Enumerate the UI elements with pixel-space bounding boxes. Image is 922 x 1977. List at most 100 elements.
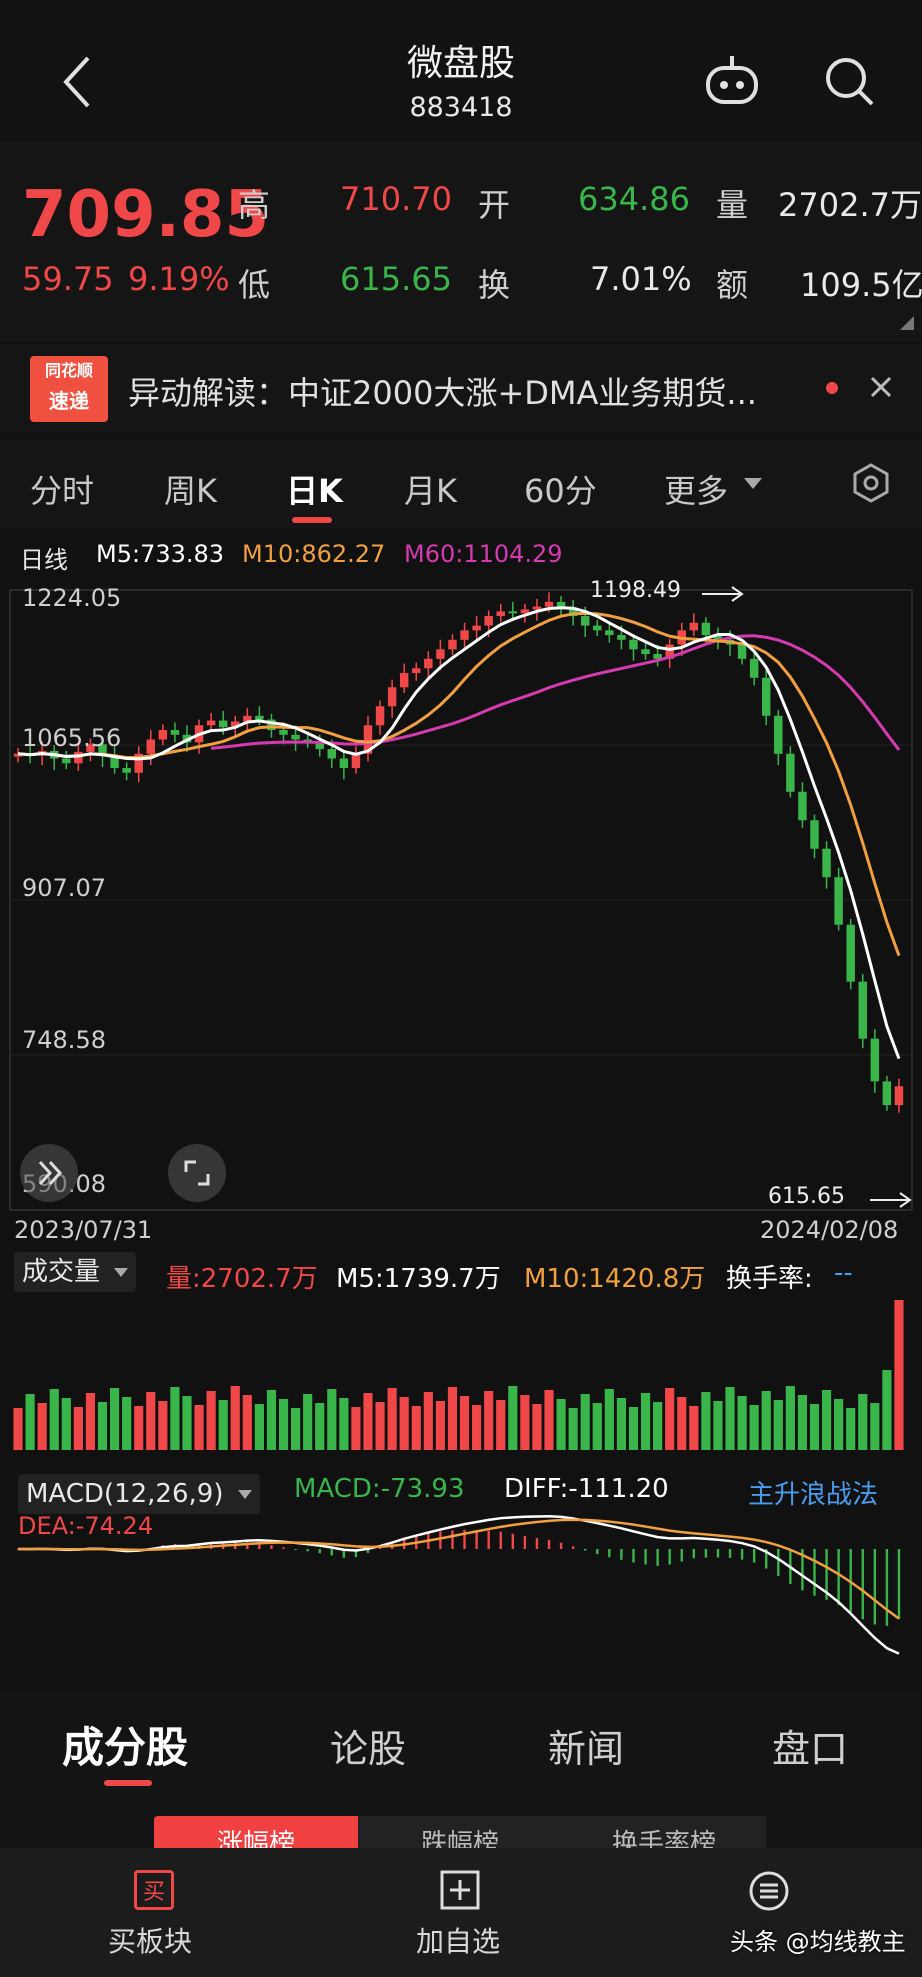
candles (13, 592, 904, 1113)
candle (786, 753, 795, 792)
candle (749, 658, 759, 678)
candle (206, 720, 216, 726)
macd-bar (813, 1549, 816, 1596)
expand-corner-icon[interactable] (900, 316, 914, 330)
volume-bar (363, 1393, 373, 1450)
search-icon[interactable] (820, 52, 880, 112)
candle (460, 630, 469, 640)
candle (617, 635, 626, 640)
macd-bar (656, 1549, 659, 1566)
volume-bar (749, 1405, 759, 1450)
volume-bar (834, 1399, 844, 1450)
macd-bar (704, 1549, 708, 1558)
volume-bar (158, 1401, 168, 1450)
candle (737, 644, 747, 659)
macd-bar (608, 1549, 611, 1558)
candle (62, 758, 71, 764)
volume-bar (134, 1406, 144, 1450)
high-value: 710.70 (340, 180, 452, 218)
candle (146, 739, 156, 754)
volume-bar (821, 1390, 832, 1450)
volume-bar (182, 1396, 192, 1450)
candle (508, 611, 518, 614)
turnover-label: 换 (478, 266, 511, 304)
tab-monthly[interactable]: 月K (404, 466, 457, 512)
candle (496, 611, 505, 617)
candle (858, 981, 867, 1039)
date-start: 2023/07/31 (14, 1216, 153, 1244)
volume-value: 2702.7万 (778, 186, 922, 224)
tab-weekly[interactable]: 周K (164, 466, 217, 512)
macd-bar (547, 1539, 551, 1549)
candle (774, 715, 783, 754)
macd-bar (282, 1547, 285, 1549)
tab-intraday[interactable]: 分时 (30, 466, 94, 512)
candle (544, 601, 554, 607)
volume-bar (761, 1391, 771, 1450)
nav-add-watchlist[interactable]: 加自选 (416, 1920, 500, 1960)
volume-bar (170, 1387, 180, 1450)
volume-bar (218, 1400, 228, 1450)
candle (436, 649, 445, 659)
buy-icon[interactable]: 买 (134, 1870, 174, 1910)
tab-discussion[interactable]: 论股 (330, 1718, 406, 1773)
candle (532, 606, 542, 610)
volume-label: 量 (716, 186, 749, 224)
tab-constituents[interactable]: 成分股 (62, 1714, 188, 1775)
candle (605, 630, 614, 636)
macd-bar (306, 1549, 309, 1552)
page-title: 微盘股 (406, 43, 515, 84)
indicator-select[interactable]: 成交量 (14, 1252, 137, 1292)
robot-icon[interactable] (702, 50, 762, 110)
news-logo-top: 同花顺 (44, 361, 93, 380)
candle (387, 687, 397, 707)
last-price: 709.85 (22, 178, 269, 252)
news-logo-bottom: 速递 (49, 389, 89, 413)
macd-bar (873, 1549, 877, 1625)
turnover-rate-value: -- (834, 1258, 853, 1288)
high-label: 高 (238, 186, 271, 224)
macd-bar (620, 1549, 623, 1560)
volume-bar (484, 1391, 494, 1450)
active-section-indicator (104, 1780, 152, 1786)
collapse-icon[interactable] (20, 1144, 78, 1202)
macd-bar (644, 1549, 647, 1565)
tab-orderbook[interactable]: 盘口 (772, 1718, 848, 1773)
volume-bar (303, 1394, 313, 1450)
candle (170, 730, 180, 735)
axis-label: 907.07 (22, 874, 106, 902)
open-label: 开 (478, 186, 511, 224)
plus-box-icon[interactable] (440, 1870, 480, 1910)
news-text[interactable]: 异动解读：中证2000大涨+DMA业务期货... (128, 368, 757, 414)
tab-news[interactable]: 新闻 (548, 1718, 624, 1773)
tab-more[interactable]: 更多 (664, 466, 728, 512)
candle (870, 1038, 880, 1082)
close-icon[interactable] (866, 372, 896, 402)
chevron-down-icon (114, 1268, 129, 1277)
volume-bar (556, 1399, 566, 1450)
volume-bar (387, 1388, 397, 1450)
volume-bar (894, 1300, 904, 1450)
fullscreen-icon[interactable] (168, 1144, 226, 1202)
volume-bar (399, 1397, 409, 1450)
tab-daily[interactable]: 日K (286, 466, 343, 512)
volume-bar (447, 1387, 458, 1450)
settings-icon[interactable] (850, 462, 892, 504)
macd-bar (318, 1549, 321, 1554)
price-change: 59.75 (22, 260, 114, 298)
ma5-legend: M5:733.83 (96, 540, 225, 568)
tab-60min[interactable]: 60分 (524, 466, 597, 512)
volume-bar (785, 1386, 795, 1450)
candle (412, 668, 421, 674)
menu-icon[interactable] (748, 1870, 790, 1912)
low-label: 低 (238, 266, 271, 304)
diff-line (18, 1515, 900, 1655)
volume-bar (870, 1403, 880, 1450)
macd-chart (16, 1515, 901, 1655)
nav-buy-sector[interactable]: 买板块 (108, 1920, 192, 1960)
volume-bar (592, 1403, 602, 1450)
macd-bar (692, 1549, 696, 1559)
low-value: 615.65 (340, 260, 452, 298)
chevron-down-icon[interactable] (744, 478, 762, 489)
volume-bar (797, 1395, 808, 1450)
